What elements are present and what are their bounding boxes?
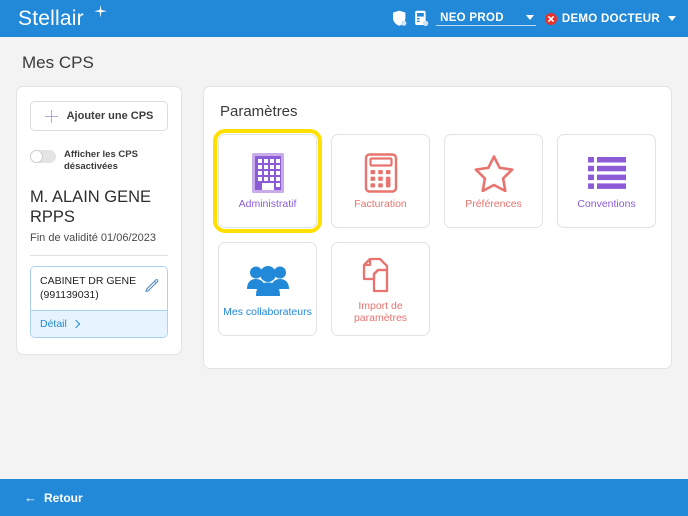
people-icon [247, 261, 289, 301]
brand-name: Stellair [18, 7, 84, 31]
add-cps-button[interactable]: Ajouter une CPS [30, 101, 168, 131]
show-disabled-cps-toggle[interactable] [30, 150, 56, 163]
back-label: Retour [44, 491, 83, 505]
building-icon [251, 153, 285, 193]
cabinet-box: CABINET DR GENE (991139031) Détail [30, 266, 168, 338]
tile-label: Import de paramètres [332, 300, 429, 324]
tile-facturation[interactable]: Facturation [331, 134, 430, 228]
tile-label: Facturation [350, 198, 411, 210]
tile-label: Administratif [235, 198, 301, 210]
add-cps-label: Ajouter une CPS [67, 110, 154, 122]
toggle-knob [30, 150, 43, 163]
tile-preferences[interactable]: Préférences [444, 134, 543, 228]
cabinet-detail-link[interactable]: Détail [31, 310, 167, 337]
detail-label: Détail [40, 318, 67, 330]
user-name-label: DEMO DOCTEUR [562, 13, 660, 25]
cabinet-header: CABINET DR GENE (991139031) [31, 267, 167, 310]
card-reader-icon[interactable] [414, 10, 429, 27]
tile-conventions[interactable]: Conventions [557, 134, 656, 228]
parameters-tiles: Administratif [218, 134, 657, 336]
page-title: Mes CPS [16, 37, 672, 86]
parameters-title: Paramètres [220, 103, 657, 120]
calculator-icon [364, 153, 398, 193]
environment-selector[interactable]: NEO PROD [436, 12, 536, 26]
tile-mes-collaborateurs[interactable]: Mes collaborateurs [218, 242, 317, 336]
page-content: Mes CPS Ajouter une CPS Afficher les CPS… [0, 37, 688, 479]
cps-holder-name: M. ALAIN GENE RPPS [30, 187, 168, 227]
star-outline-icon [474, 153, 514, 193]
user-menu[interactable]: DEMO DOCTEUR [545, 13, 676, 25]
cps-validity: Fin de validité 01/06/2023 [30, 232, 168, 244]
content-columns: Ajouter une CPS Afficher les CPS désacti… [16, 86, 672, 369]
brand-logo[interactable]: Stellair [18, 7, 84, 31]
tile-administratif[interactable]: Administratif [218, 134, 317, 228]
tile-label: Préférences [461, 198, 526, 210]
tile-import-de-parametres[interactable]: Import de paramètres [331, 242, 430, 336]
header-actions: NEO PROD DEMO DOCTEUR [392, 10, 676, 27]
cps-card: Ajouter une CPS Afficher les CPS désacti… [16, 86, 182, 355]
star-icon [94, 5, 107, 18]
arrow-left-icon: ← [24, 492, 37, 504]
documents-icon [362, 255, 400, 295]
parameters-panel: Paramètres [203, 86, 672, 369]
show-disabled-cps-row: Afficher les CPS désactivées [30, 149, 168, 173]
divider [30, 255, 168, 256]
tile-label: Conventions [573, 198, 639, 210]
shield-icon[interactable] [392, 10, 407, 27]
plus-icon [45, 110, 58, 123]
user-status-icon [545, 13, 557, 25]
chevron-down-icon [668, 16, 676, 21]
show-disabled-cps-label: Afficher les CPS désactivées [64, 149, 159, 173]
list-icon [588, 153, 626, 193]
chevron-right-icon [72, 320, 80, 328]
back-button[interactable]: ← Retour [24, 491, 83, 505]
footer-bar: ← Retour [0, 479, 688, 516]
pencil-icon[interactable] [145, 278, 159, 292]
app-header: Stellair NEO PROD [0, 0, 688, 37]
chevron-down-icon [526, 15, 534, 20]
cabinet-name: CABINET DR GENE (991139031) [40, 275, 139, 302]
tile-label: Mes collaborateurs [219, 306, 316, 318]
environment-label: NEO PROD [440, 12, 504, 24]
